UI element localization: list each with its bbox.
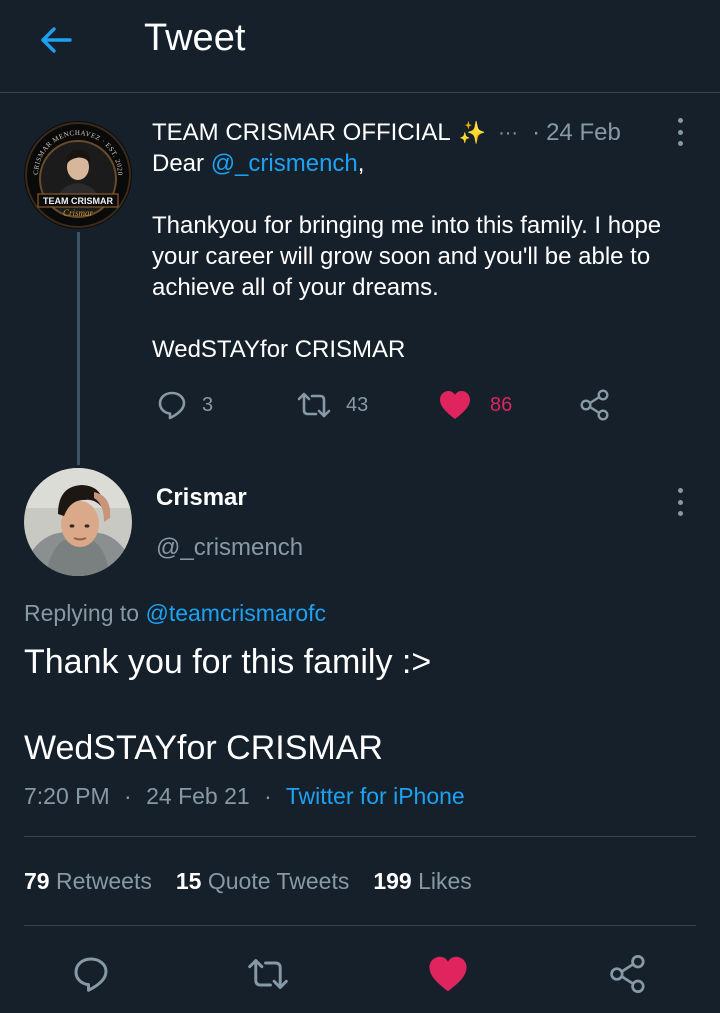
heart-filled-icon [429,956,467,992]
meta-separator: · [124,783,132,809]
retweets-stat[interactable]: 79 Retweets [24,868,152,895]
more-dot-icon [677,499,683,505]
crismar-profile-photo [24,468,132,576]
reply-icon [74,957,108,992]
main-tweet-line-1: Thank you for this family :> [24,643,432,681]
parent-more-options-button[interactable] [670,116,690,148]
avatar-banner-text: TEAM CRISMAR [43,196,113,206]
parent-tweet-date[interactable]: 24 Feb [546,119,621,147]
greeting-suffix: , [357,150,365,177]
share-icon [580,389,609,421]
date-separator: · [532,119,541,146]
reply-button[interactable] [67,950,115,998]
retweets-count: 79 [24,868,50,894]
divider [24,836,696,837]
parent-author-name[interactable]: TEAM CRISMAR OFFICIAL [152,119,451,147]
main-tweet-actions [0,950,720,998]
sparkles-emoji: ✨ [458,120,487,145]
tweet-time[interactable]: 7:20 PM [24,783,110,809]
meta-separator: · [264,783,272,809]
retweet-icon [297,392,331,418]
parent-tweet-header: TEAM CRISMAR OFFICIAL ✨ ··· · 24 Feb [152,116,692,150]
quote-tweets-label: Quote Tweets [207,868,350,894]
team-crismar-avatar[interactable]: CRISMAR MENCHAVEZ · EST. 2020 TEAM CRISM… [24,121,132,229]
top-app-bar: Tweet [0,0,720,93]
main-author-name[interactable]: Crismar [156,484,247,512]
retweets-label: Retweets [55,868,152,894]
parent-greeting: Dear @_crismench, [152,148,707,179]
mention-link[interactable]: @_crismench [211,150,358,177]
reply-icon [158,391,186,420]
main-more-options-button[interactable] [670,486,690,518]
like-count: 86 [490,393,513,416]
more-dot-icon [677,118,683,123]
reply-button[interactable]: 3 [156,386,213,424]
quote-tweets-count: 15 [175,868,202,894]
parent-tweet-actions: 3 43 86 [152,386,622,424]
likes-label: Likes [418,868,472,894]
likes-count: 199 [373,868,412,894]
quote-tweets-stat[interactable]: 15 Quote Tweets [176,868,349,895]
more-dot-icon [677,141,683,146]
share-button[interactable] [604,950,652,998]
share-button[interactable] [578,386,612,424]
parent-tweet-text: Dear @_crismench, Thankyou for bringing … [152,148,707,365]
replying-to-label: Replying to [24,600,146,626]
tweet-stats: 79 Retweets 15 Quote Tweets 199 Likes [24,868,496,895]
main-tweet-line-2: WedSTAYfor CRISMAR [24,729,383,767]
likes-stat[interactable]: 199 Likes [373,868,471,895]
more-dot-icon [677,129,683,135]
retweet-icon [248,959,288,989]
more-dot-icon [677,511,683,516]
tweet-date[interactable]: 24 Feb 21 [146,783,250,809]
divider [24,925,696,926]
heart-filled-icon [440,391,470,419]
replying-to-link[interactable]: @teamcrismarofc [145,600,326,626]
back-button[interactable] [34,22,78,58]
tweet-source-link[interactable]: Twitter for iPhone [286,783,465,809]
like-button[interactable]: 86 [438,386,512,424]
name-ellipsis: ··· [498,121,519,144]
avatar-signature: Crismar [63,208,94,218]
arrow-left-icon [41,27,72,53]
retweet-button[interactable]: 43 [296,386,368,424]
crismar-avatar[interactable] [24,468,132,576]
page-title: Tweet [144,17,246,59]
parent-hashtag-line: WedSTAYfor CRISMAR [152,336,406,363]
main-author-handle[interactable]: @_crismench [156,534,303,562]
like-button[interactable] [424,950,472,998]
replying-to-line: Replying to @teamcrismarofc [24,600,326,627]
retweet-button[interactable] [244,950,292,998]
reply-count: 3 [202,393,214,416]
tweet-meta: 7:20 PM · 24 Feb 21 · Twitter for iPhone [24,783,465,810]
retweet-count: 43 [346,393,369,416]
main-tweet-text: Thank you for this family :> WedSTAYfor … [24,640,694,770]
thread-connector-line [77,232,80,465]
parent-body: Thankyou for bringing me into this famil… [152,212,662,301]
team-crismar-logo: CRISMAR MENCHAVEZ · EST. 2020 TEAM CRISM… [24,121,132,229]
share-icon [610,954,645,994]
greeting-prefix: Dear [152,150,211,177]
more-dot-icon [677,488,683,493]
